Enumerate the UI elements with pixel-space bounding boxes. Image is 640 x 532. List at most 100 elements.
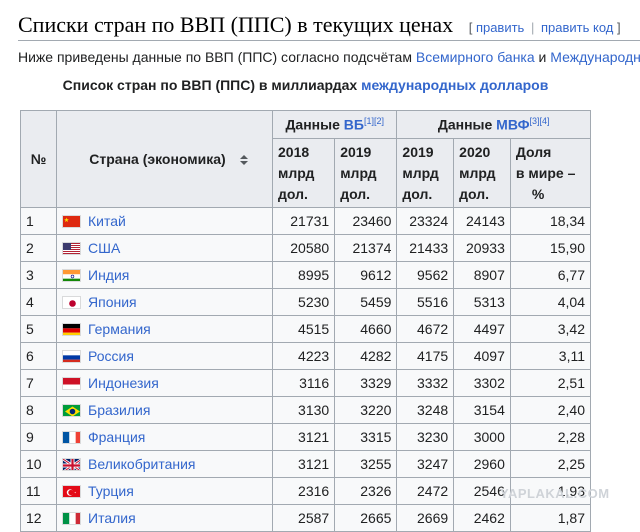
wb-2018-cell: 3121 [271,423,336,451]
wb-2018-cell: 4515 [271,315,336,343]
wb-2018-cell: 8995 [271,261,336,289]
unit-label: млрд [402,164,439,181]
column-header-wb-2019[interactable]: 2019 млрд дол. [334,138,398,208]
imf-2019-cell: 3248 [396,396,455,424]
rank-cell: 3 [20,261,57,289]
share-label: в мире – [515,164,576,181]
country-link[interactable]: Индонезия [88,375,159,391]
imf-2019-cell: 3230 [396,423,455,451]
country-link[interactable]: Индия [88,267,129,283]
country-link[interactable]: Турция [88,483,134,499]
rank-cell: 9 [20,423,57,451]
wb-refs[interactable]: [1][2] [364,116,384,126]
wb-2019-cell: 4282 [334,342,398,370]
year-label: 2020 [459,143,491,160]
wb-2019-cell: 2665 [334,504,398,532]
edit-bracket-open: [ [468,20,473,35]
country-link[interactable]: США [88,240,120,256]
imf-2019-cell: 3247 [396,450,455,478]
country-link[interactable]: Китай [88,213,126,229]
column-header-imf-2019[interactable]: 2019 млрд дол. [396,138,455,208]
imf-refs[interactable]: [3][4] [530,116,550,126]
edit-code-link[interactable]: править код [541,20,613,35]
world-share-cell: 3,11 [509,342,592,370]
section-heading: Списки стран по ВВП (ППС) в текущих цена… [18,12,640,38]
flag-china-icon [62,215,81,228]
edit-link[interactable]: править [476,20,524,35]
table-row: 8 Бразилия 3130 3220 3248 3154 2,40 [20,396,592,424]
rank-cell: 6 [20,342,57,370]
table-row: 1 Китай 21731 23460 23324 24143 18,34 [20,207,592,235]
rank-cell: 2 [20,234,57,262]
country-link[interactable]: Италия [88,510,136,526]
imf-2020-cell: 3000 [453,423,511,451]
table-caption: Список стран по ВВП (ППС) в миллиардах м… [0,77,611,93]
country-cell: Индия [56,261,273,289]
unit-label: млрд [278,164,315,181]
country-link[interactable]: Бразилия [88,402,150,418]
world-share-cell: 15,90 [509,234,592,262]
world-share-cell: 6,77 [509,261,592,289]
unit-label: дол. [459,185,490,202]
heading-underline [18,40,640,41]
world-share-cell: 2,51 [509,369,592,397]
imf-link[interactable]: Международного [550,49,640,65]
country-link[interactable]: Германия [88,321,151,337]
column-header-imf-2020[interactable]: 2020 млрд дол. [453,138,511,208]
imf-header-link[interactable]: МВФ [496,117,529,133]
column-header-country[interactable]: Страна (экономика) [56,110,273,208]
year-label: 2019 [402,143,434,160]
rank-cell: 8 [20,396,57,424]
country-link[interactable]: Япония [88,294,137,310]
world-share-cell: 1,87 [509,504,592,532]
wb-2018-cell: 3130 [271,396,336,424]
country-header-label: Страна (экономика) [89,151,226,167]
wb-2018-cell: 21731 [271,207,336,235]
imf-2019-cell: 2669 [396,504,455,532]
wb-refs-link[interactable]: [1][2] [364,116,384,126]
table-row: 7 Индонезия 3116 3329 3332 3302 2,51 [20,369,592,397]
imf-2019-cell: 5516 [396,288,455,316]
country-cell: Индонезия [56,369,273,397]
wb-link[interactable]: ВБ [344,117,364,133]
world-share-cell: 4,04 [509,288,592,316]
imf-2020-cell: 3302 [453,369,511,397]
flag-india-icon [62,269,81,282]
world-bank-link[interactable]: Всемирного банка [416,49,535,65]
flag-usa-icon [62,242,81,255]
imf-refs-link[interactable]: [3][4] [530,116,550,126]
country-link[interactable]: Франция [88,429,145,445]
wb-2018-cell: 2316 [271,477,336,505]
rank-cell: 10 [20,450,57,478]
gdp-table: № Страна (экономика) Данные ВБ[1][2] Дан… [20,110,592,532]
imf-2019-cell: 3332 [396,369,455,397]
wb-2018-cell: 5230 [271,288,336,316]
table-row: 9 Франция 3121 3315 3230 3000 2,28 [20,423,592,451]
country-cell: Великобритания [56,450,273,478]
wb-2019-cell: 5459 [334,288,398,316]
imf-2020-cell: 4497 [453,315,511,343]
international-dollars-link[interactable]: международных долларов [361,77,548,93]
watermark: YAPLAKAL.COM [500,486,610,501]
rank-cell: 7 [20,369,57,397]
column-header-number[interactable]: № [20,110,57,208]
country-cell: США [56,234,273,262]
unit-label: млрд [459,164,496,181]
country-link[interactable]: Россия [88,348,134,364]
rank-cell: 4 [20,288,57,316]
country-cell: Япония [56,288,273,316]
wb-2018-cell: 4223 [271,342,336,370]
column-header-wb-2018[interactable]: 2018 млрд дол. [271,138,336,208]
table-row: 10 Великобритания 3121 3255 3247 2960 2,25 [20,450,592,478]
wb-2019-cell: 3329 [334,369,398,397]
edit-separator: | [530,20,535,35]
table-row: 2 США 20580 21374 21433 20933 15,90 [20,234,592,262]
intro-and: и [534,49,551,65]
table-row: 6 Россия 4223 4282 4175 4097 3,11 [20,342,592,370]
intro-text: Ниже приведены данные по ВВП (ППС) согла… [18,49,416,65]
wb-2019-cell: 21374 [334,234,398,262]
country-cell: Франция [56,423,273,451]
flag-turkey-icon [62,485,81,498]
column-header-world-share[interactable]: Доля в мире –% [509,138,592,208]
country-link[interactable]: Великобритания [88,456,196,472]
